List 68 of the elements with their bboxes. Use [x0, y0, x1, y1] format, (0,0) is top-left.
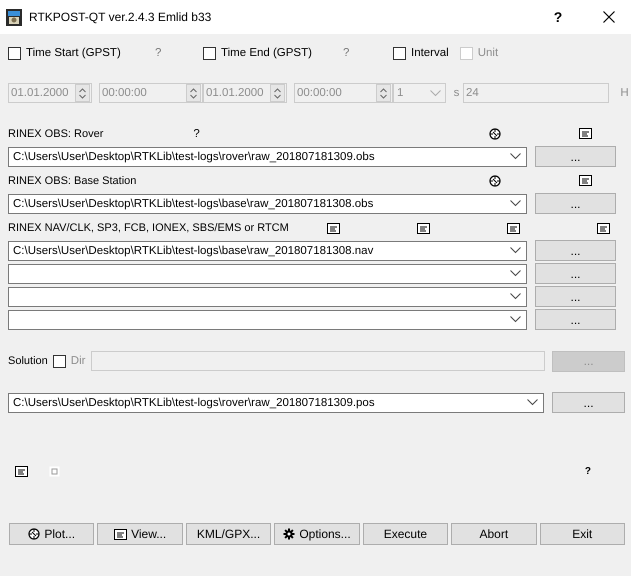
unit-label: s [452, 87, 460, 99]
browse-button[interactable]: ... [535, 146, 616, 167]
checkbox[interactable] [52, 354, 66, 368]
action-button[interactable]: View... [97, 523, 183, 545]
help-mark: ? [193, 128, 200, 140]
target-icon[interactable] [489, 128, 501, 140]
text-window-icon[interactable] [327, 222, 340, 234]
section-label: RINEX OBS: Rover [8, 128, 104, 140]
text-window-icon[interactable] [578, 175, 592, 186]
section-label: RINEX OBS: Base Station [8, 175, 136, 187]
browse-button[interactable]: ... [535, 263, 616, 284]
action-button[interactable]: Plot... [9, 523, 94, 545]
help-mark: ? [343, 47, 350, 59]
close-icon[interactable] [603, 11, 615, 23]
chevron-down-icon [510, 153, 521, 160]
action-button[interactable]: Options... [274, 523, 360, 545]
window-title: RTKPOST-QT ver.2.4.3 Emlid b33 [29, 10, 212, 24]
checkbox[interactable] [203, 46, 216, 60]
chevron-down-icon [510, 200, 521, 207]
checkbox[interactable] [8, 46, 21, 60]
chevron-down-icon [510, 293, 521, 300]
browse-button[interactable]: ... [552, 392, 625, 413]
checkbox-label[interactable]: Interval [411, 47, 449, 59]
browse-button[interactable]: ... [535, 309, 616, 330]
browse-button[interactable]: ... [535, 286, 616, 307]
action-button[interactable]: KML/GPX... [186, 523, 272, 545]
action-button[interactable]: Abort [451, 523, 537, 545]
app-icon [6, 8, 22, 26]
file-path-dropdown[interactable]: C:\Users\User\Desktop\RTKLib\test-logs\base\raw_201807181308.nav [8, 240, 527, 260]
file-path-dropdown[interactable] [8, 264, 527, 284]
file-path-dropdown[interactable]: C:\Users\User\Desktop\RTKLib\test-logs\rover\raw_201807181309.obs [8, 146, 527, 166]
section-label: RINEX NAV/CLK, SP3, FCB, IONEX, SBS/EMS or RTCM [8, 222, 289, 234]
browse-button[interactable]: ... [535, 193, 616, 214]
file-path-dropdown[interactable] [8, 286, 527, 306]
checkbox[interactable] [393, 46, 406, 60]
action-button[interactable]: Exit [540, 523, 625, 545]
spin-arrows-icon[interactable] [380, 88, 387, 98]
target-icon[interactable] [28, 528, 40, 540]
text-window-icon[interactable] [597, 222, 610, 234]
target-icon[interactable] [489, 175, 501, 187]
spin-arrows-icon[interactable] [274, 88, 281, 98]
help-button[interactable]: ? [536, 2, 580, 32]
checkbox-label[interactable]: Time End (GPST) [221, 47, 312, 59]
text-window-icon[interactable] [578, 128, 592, 139]
file-path-dropdown[interactable]: C:\Users\User\Desktop\RTKLib\test-logs\rover\raw_201807181309.pos [8, 392, 544, 412]
file-path-dropdown[interactable]: C:\Users\User\Desktop\RTKLib\test-logs\base\raw_201807181308.obs [8, 194, 527, 214]
browse-button[interactable]: ... [535, 240, 616, 261]
section-label: Solution [8, 355, 48, 367]
text-window-icon[interactable] [417, 222, 430, 234]
directory-field[interactable] [91, 351, 546, 371]
unit-label: H [619, 87, 630, 99]
help-mark: ? [584, 466, 591, 476]
square-icon[interactable] [49, 466, 60, 476]
gear-icon [283, 528, 296, 540]
chevron-down-icon [510, 316, 521, 323]
chevron-down-icon [430, 90, 441, 96]
spin-arrows-icon[interactable] [190, 88, 197, 98]
text-window-icon[interactable] [15, 466, 28, 476]
chevron-down-icon [510, 270, 521, 277]
text-window-icon[interactable] [507, 222, 520, 234]
chevron-down-icon [510, 247, 521, 254]
file-path-dropdown[interactable] [8, 310, 527, 330]
spin-arrows-icon[interactable] [79, 88, 86, 98]
checkbox-label[interactable]: Time Start (GPST) [26, 47, 121, 59]
chevron-down-icon [527, 399, 538, 406]
text-window-icon[interactable] [114, 528, 128, 540]
action-button[interactable]: Execute [362, 523, 448, 545]
help-mark: ? [155, 47, 162, 59]
